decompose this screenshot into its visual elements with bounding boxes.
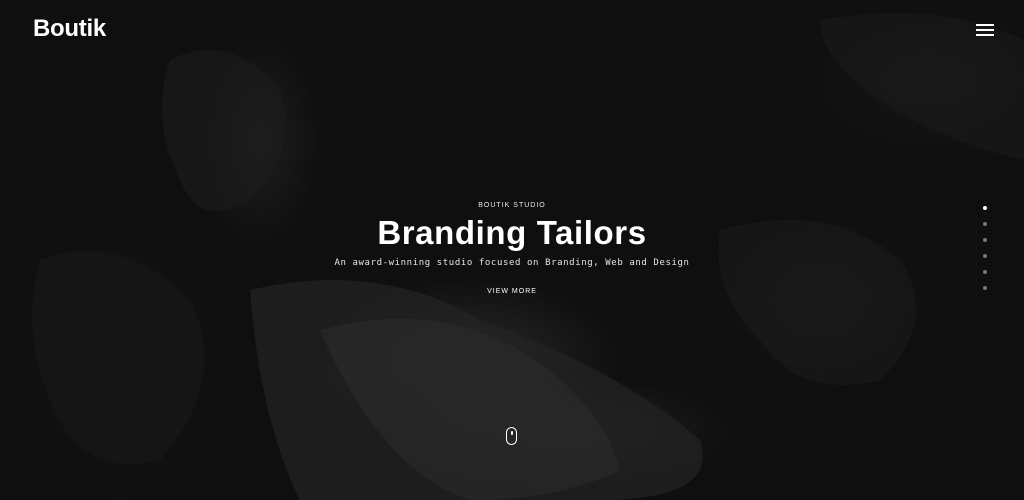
slide-dot-4[interactable] xyxy=(983,254,987,258)
hero-subtitle: An award-winning studio focused on Brand… xyxy=(334,258,690,268)
hero-section: Boutik BOUTIK STUDIO Branding Tailors An… xyxy=(0,0,1024,500)
hamburger-icon xyxy=(976,24,994,26)
view-more-link[interactable]: VIEW MORE xyxy=(487,288,537,295)
brand-logo[interactable]: Boutik xyxy=(33,15,106,43)
slide-dot-3[interactable] xyxy=(983,238,987,242)
hero-kicker: BOUTIK STUDIO xyxy=(478,202,546,209)
slide-dot-2[interactable] xyxy=(983,222,987,226)
hero-title: Branding Tailors xyxy=(377,214,647,251)
hero-content: BOUTIK STUDIO Branding Tailors An award-… xyxy=(0,202,1024,298)
menu-button[interactable] xyxy=(976,24,994,38)
slide-dot-5[interactable] xyxy=(983,270,987,274)
slide-dot-6[interactable] xyxy=(983,286,987,290)
slide-dot-1[interactable] xyxy=(983,206,987,210)
mouse-scroll-icon[interactable] xyxy=(506,427,517,445)
slide-pagination xyxy=(983,206,989,302)
scroll-wheel xyxy=(511,431,513,435)
